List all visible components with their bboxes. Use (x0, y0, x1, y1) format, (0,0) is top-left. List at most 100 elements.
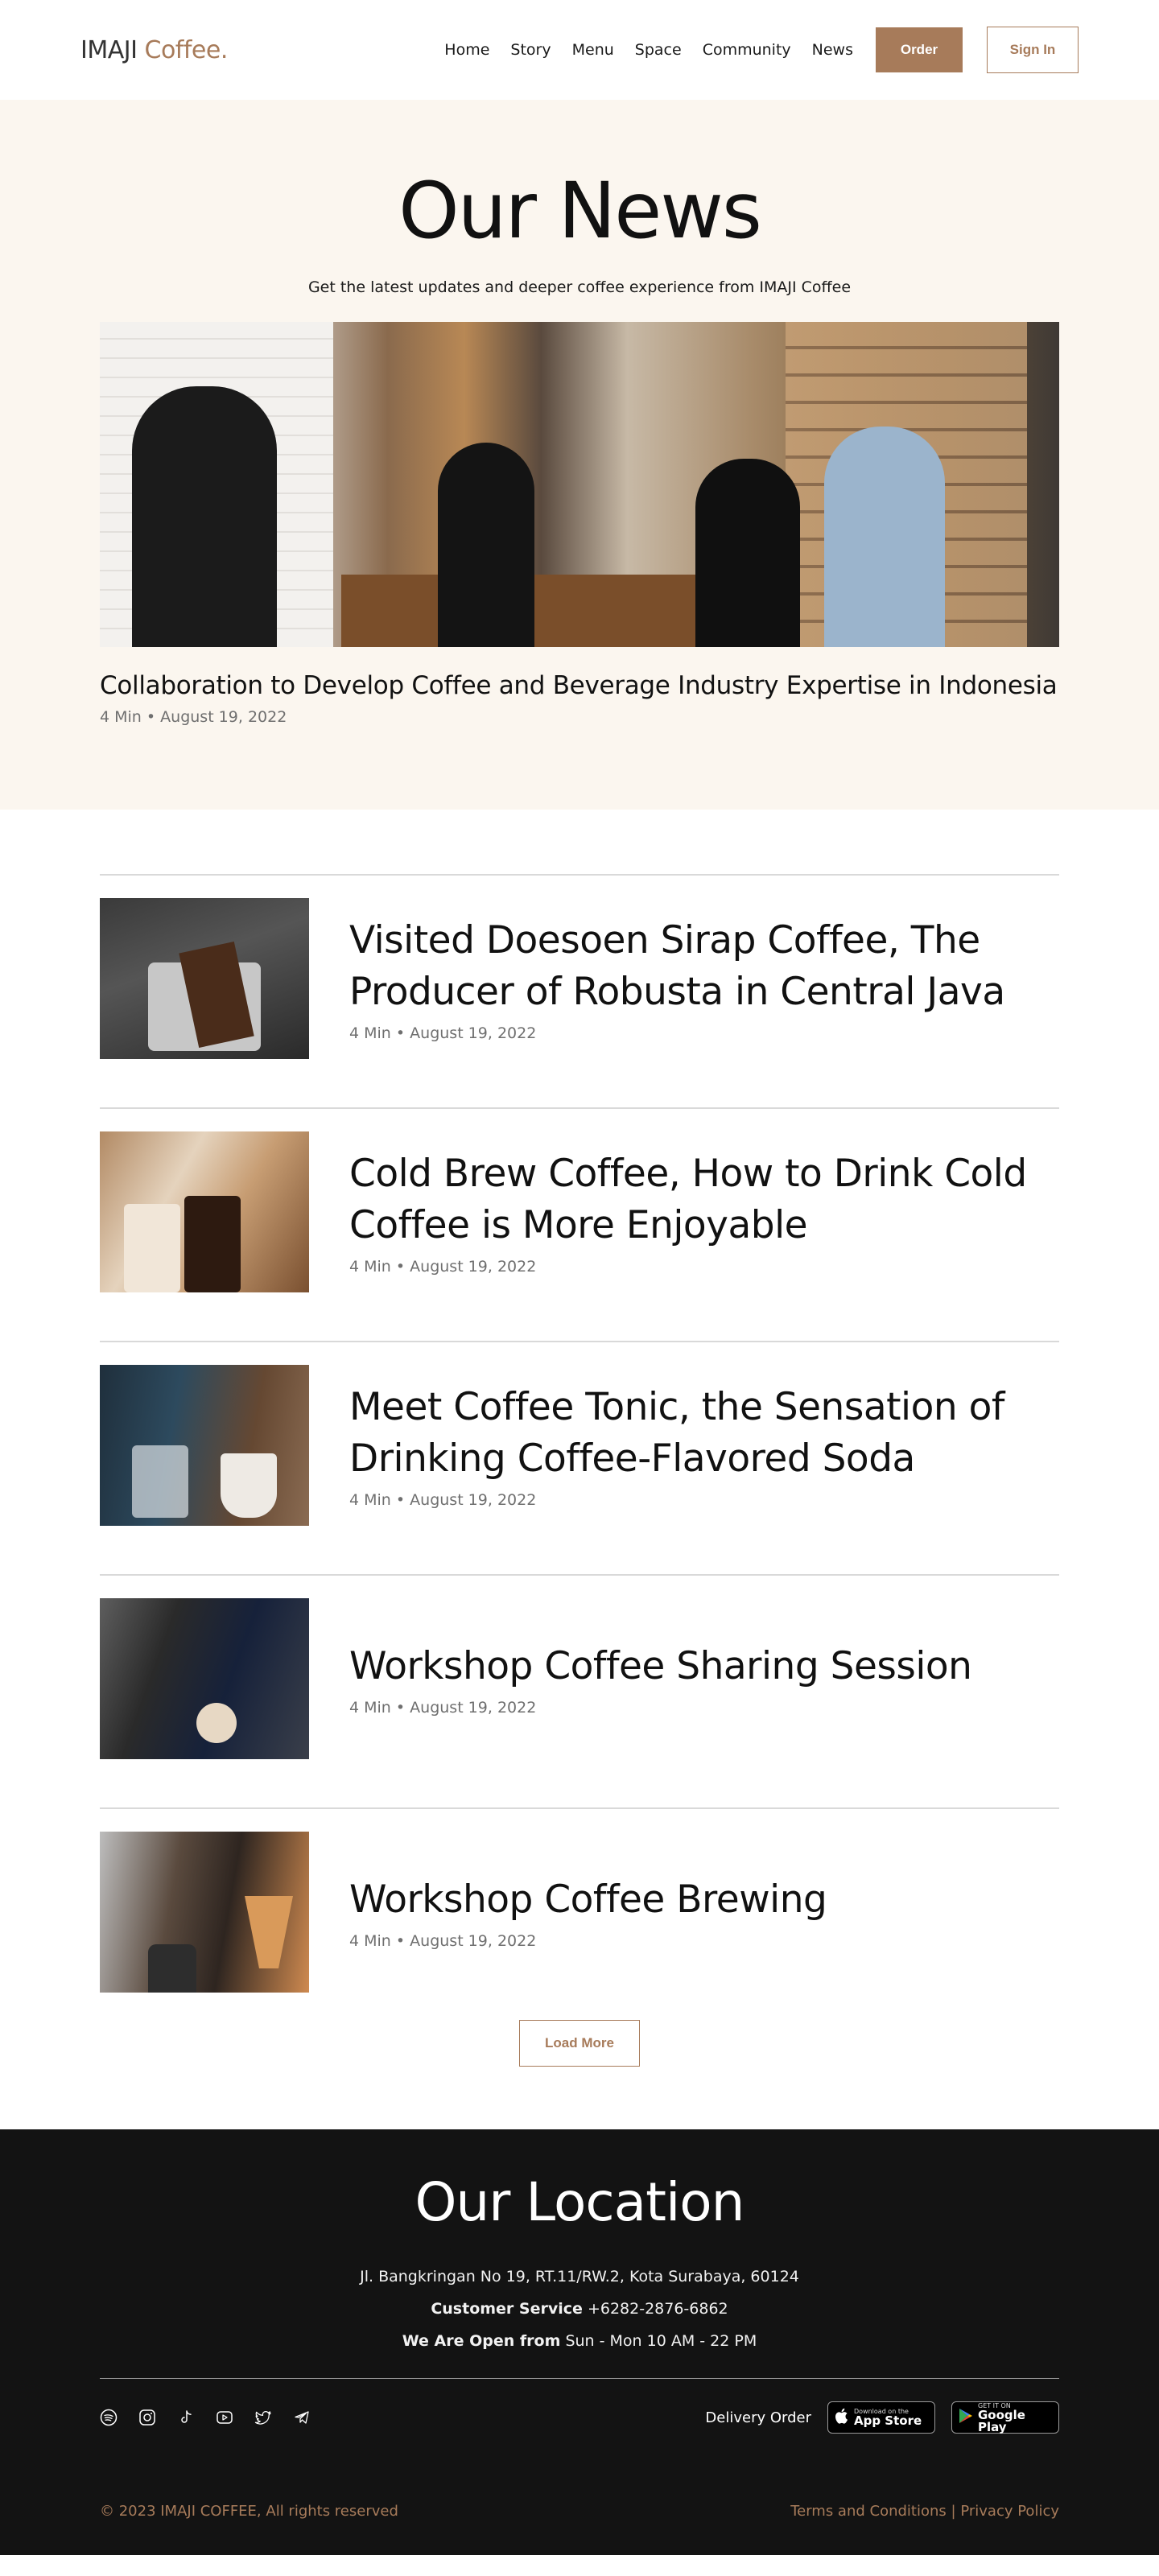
twitter-icon[interactable] (254, 2409, 272, 2426)
featured-article-image[interactable] (100, 321, 1059, 647)
article-body: Workshop Coffee Brewing 4 Min • August 1… (349, 1832, 827, 1993)
logo[interactable]: IMAJI Coffee. (80, 36, 228, 64)
google-play-text: GET IT ON Google Play (978, 2402, 1052, 2434)
copyright: © 2023 IMAJI COFFEE, All rights reserved (100, 2503, 398, 2520)
delivery-order: Delivery Order Download on the App Store… (705, 2401, 1059, 2434)
site-header: IMAJI Coffee. Home Story Menu Space Comm… (0, 0, 1159, 100)
barista-graphic (132, 385, 277, 647)
opening-hours: We Are Open from Sun - Mon 10 AM - 22 PM (0, 2325, 1159, 2357)
meta-separator: • (395, 1490, 406, 1509)
meta-separator: • (395, 1698, 406, 1717)
featured-article-title[interactable]: Collaboration to Develop Coffee and Beve… (100, 671, 1059, 700)
article-item[interactable]: Cold Brew Coffee, How to Drink Cold Coff… (100, 1107, 1059, 1341)
sign-in-button[interactable]: Sign In (987, 27, 1079, 73)
nav-news[interactable]: News (812, 41, 853, 59)
location-info: Jl. Bangkringan No 19, RT.11/RW.2, Kota … (0, 2261, 1159, 2357)
google-play-icon (959, 2408, 973, 2428)
publish-date: August 19, 2022 (410, 1698, 537, 1717)
nav-menu[interactable]: Menu (572, 41, 614, 59)
nav-community[interactable]: Community (703, 41, 791, 59)
load-more-wrapper: Load More (0, 2020, 1159, 2129)
article-meta: 4 Min • August 19, 2022 (349, 1491, 1004, 1509)
article-title[interactable]: Meet Coffee Tonic, the Sensation of Drin… (349, 1382, 1004, 1485)
privacy-link[interactable]: Privacy Policy (960, 2503, 1059, 2520)
customer-service-phone[interactable]: +6282-2876-6862 (588, 2300, 728, 2318)
telegram-icon[interactable] (293, 2409, 311, 2426)
customer-graphic (695, 458, 800, 647)
legal-separator: | (951, 2503, 956, 2520)
main-nav: Home Story Menu Space Community News Ord… (444, 27, 1079, 73)
article-item[interactable]: Workshop Coffee Sharing Session 4 Min • … (100, 1574, 1059, 1807)
load-more-button[interactable]: Load More (519, 2020, 640, 2067)
customer-service: Customer Service +6282-2876-6862 (0, 2293, 1159, 2325)
footer-bar: Delivery Order Download on the App Store… (100, 2378, 1059, 2434)
article-thumbnail[interactable] (100, 1365, 309, 1526)
publish-date: August 19, 2022 (410, 1257, 537, 1276)
location-title: Our Location (415, 2171, 744, 2233)
terms-link[interactable]: Terms and Conditions (790, 2503, 947, 2520)
nav-home[interactable]: Home (444, 41, 489, 59)
article-title[interactable]: Workshop Coffee Sharing Session (349, 1641, 972, 1692)
delivery-order-label: Delivery Order (705, 2409, 811, 2426)
read-time: 4 Min (349, 1490, 391, 1509)
article-thumbnail[interactable] (100, 1131, 309, 1292)
article-item[interactable]: Visited Doesoen Sirap Coffee, The Produc… (100, 874, 1059, 1107)
article-title[interactable]: Workshop Coffee Brewing (349, 1874, 827, 1926)
customer-service-label: Customer Service (431, 2300, 583, 2318)
app-store-big: App Store (854, 2413, 922, 2428)
article-title-line: Cold Brew Coffee, How to Drink Cold (349, 1152, 1027, 1197)
featured-article-meta: 4 Min • August 19, 2022 (100, 708, 1059, 726)
article-title[interactable]: Visited Doesoen Sirap Coffee, The Produc… (349, 915, 1005, 1018)
article-title-line: Producer of Robusta in Central Java (349, 970, 1005, 1014)
page-title: Our News (398, 166, 762, 256)
article-meta: 4 Min • August 19, 2022 (349, 1024, 1005, 1042)
nav-space[interactable]: Space (635, 41, 682, 59)
article-item[interactable]: Meet Coffee Tonic, the Sensation of Drin… (100, 1341, 1059, 1574)
nav-story[interactable]: Story (510, 41, 551, 59)
publish-date: August 19, 2022 (410, 1931, 537, 1950)
meta-separator: • (146, 707, 156, 726)
app-store-text: Download on the App Store (854, 2408, 922, 2427)
google-play-big: Google Play (978, 2407, 1025, 2434)
legal-links: Terms and Conditions | Privacy Policy (790, 2503, 1059, 2520)
logo-accent: Coffee. (144, 35, 229, 64)
site-footer: Our Location Jl. Bangkringan No 19, RT.1… (0, 2129, 1159, 2555)
social-links (100, 2409, 311, 2426)
apple-icon (835, 2408, 849, 2428)
article-item[interactable]: Workshop Coffee Brewing 4 Min • August 1… (100, 1807, 1059, 2041)
article-thumbnail[interactable] (100, 1832, 309, 1993)
footer-bottom: © 2023 IMAJI COFFEE, All rights reserved… (100, 2503, 1059, 2520)
article-thumbnail[interactable] (100, 1598, 309, 1759)
read-time: 4 Min (349, 1257, 391, 1276)
barista-graphic (438, 442, 534, 647)
customer-graphic (824, 426, 945, 647)
tiktok-icon[interactable] (177, 2409, 195, 2426)
article-body: Workshop Coffee Sharing Session 4 Min • … (349, 1598, 972, 1759)
article-body: Meet Coffee Tonic, the Sensation of Drin… (349, 1365, 1004, 1526)
opening-hours-label: We Are Open from (402, 2332, 561, 2350)
article-thumbnail[interactable] (100, 898, 309, 1059)
google-play-button[interactable]: GET IT ON Google Play (951, 2401, 1059, 2434)
article-body: Visited Doesoen Sirap Coffee, The Produc… (349, 898, 1005, 1059)
article-title-line: Drinking Coffee-Flavored Soda (349, 1436, 915, 1481)
youtube-icon[interactable] (216, 2409, 233, 2426)
instagram-icon[interactable] (138, 2409, 156, 2426)
address: Jl. Bangkringan No 19, RT.11/RW.2, Kota … (360, 2268, 799, 2285)
hero-section: Our News Get the latest updates and deep… (0, 100, 1159, 810)
publish-date: August 19, 2022 (410, 1024, 537, 1042)
article-body: Cold Brew Coffee, How to Drink Cold Coff… (349, 1131, 1027, 1292)
order-button[interactable]: Order (876, 27, 963, 72)
article-title-line: Visited Doesoen Sirap Coffee, The (349, 918, 980, 963)
publish-date: August 19, 2022 (160, 707, 287, 726)
opening-hours-value: Sun - Mon 10 AM - 22 PM (565, 2332, 757, 2350)
read-time: 4 Min (349, 1931, 391, 1950)
article-title-line: Meet Coffee Tonic, the Sensation of (349, 1385, 1004, 1430)
meta-separator: • (395, 1024, 406, 1042)
app-store-button[interactable]: Download on the App Store (827, 2401, 935, 2434)
article-title[interactable]: Cold Brew Coffee, How to Drink Cold Coff… (349, 1148, 1027, 1251)
article-list: Visited Doesoen Sirap Coffee, The Produc… (100, 874, 1059, 2041)
spotify-icon[interactable] (100, 2409, 118, 2426)
article-title-line: Coffee is More Enjoyable (349, 1203, 808, 1247)
read-time: 4 Min (349, 1698, 391, 1717)
read-time: 4 Min (349, 1024, 391, 1042)
